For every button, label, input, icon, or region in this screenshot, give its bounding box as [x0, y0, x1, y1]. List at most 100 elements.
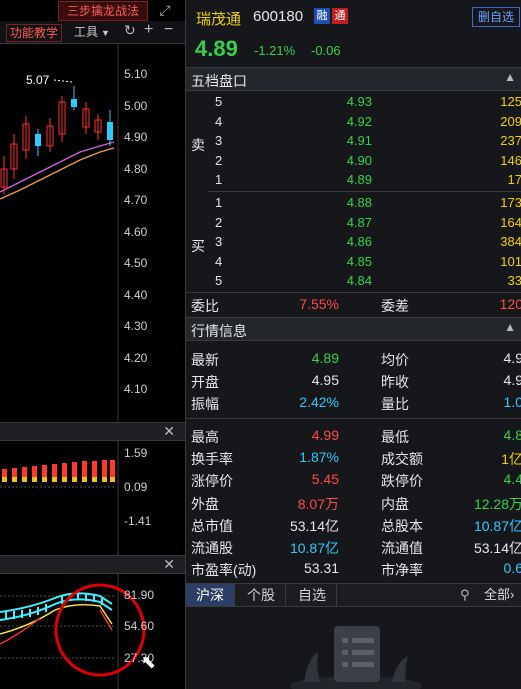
price-tick-label: 4.70: [124, 193, 148, 207]
order-book-title: 五档盘口: [191, 73, 247, 89]
change-value: -0.06: [311, 43, 341, 58]
market-info-row: 市盈率(动) 53.31 市净率 0.6: [186, 558, 521, 578]
market-info-row: 流通股 10.87亿 流通值 53.14亿: [186, 536, 521, 556]
minus-icon[interactable]: −: [164, 21, 173, 39]
info-value: 4.95: [311, 372, 339, 388]
info-value: 4.9: [503, 350, 521, 366]
weibi-label: 委比: [191, 298, 219, 314]
info-value: 53.14亿: [289, 517, 339, 534]
info-label: 振幅: [191, 396, 219, 412]
expand-icon[interactable]: ⤢: [156, 1, 174, 19]
volume-tick-label: 0.09: [124, 480, 148, 494]
weicha-value: 120: [499, 296, 521, 312]
sell-level-row[interactable]: 5 4.93 125: [186, 92, 521, 111]
close-icon[interactable]: ✕: [163, 556, 175, 572]
volume-panel-header: ✕: [0, 422, 185, 441]
plus-icon[interactable]: +: [144, 21, 153, 39]
level-volume: 101: [500, 253, 521, 269]
candles: [0, 86, 113, 194]
level-price: 4.92: [346, 113, 372, 129]
all-dropdown[interactable]: 全部›: [484, 584, 514, 606]
indicator-chart: [0, 574, 146, 689]
level-number: 3: [215, 234, 223, 249]
level-volume: 125: [500, 94, 521, 109]
market-info-row: 涨停价 5.45 跌停价 4.4: [186, 469, 521, 489]
level-price: 4.85: [346, 253, 372, 269]
level-number: 5: [215, 94, 223, 109]
volume-tick-label: -1.41: [124, 514, 152, 528]
level-price: 4.87: [346, 214, 372, 230]
level-volume: 164: [500, 214, 521, 230]
sell-level-row[interactable]: 4 4.92 209: [186, 112, 521, 131]
level-price: 4.90: [346, 152, 372, 168]
info-label: 市净率: [381, 562, 423, 579]
level-price: 4.88: [346, 195, 372, 210]
order-book-header: 五档盘口 ▲: [186, 67, 521, 91]
volume-tick-label: 1.59: [124, 446, 148, 460]
sell-level-row[interactable]: 1 4.89 17: [186, 170, 521, 189]
level-volume: 33: [507, 273, 521, 288]
level-price: 4.91: [346, 133, 372, 148]
info-value: 4.89: [311, 350, 339, 366]
info-label: 内盘: [381, 495, 409, 512]
chart-panel[interactable]: 三步擒龙战法 ⤢ 功能教学 工具 ▼ ↻ + − 5.07 5.10 5.00 4: [0, 0, 185, 689]
close-icon[interactable]: ✕: [163, 423, 175, 439]
level-price: 4.86: [346, 234, 372, 249]
sell-level-row[interactable]: 3 4.91 237: [186, 131, 521, 150]
sell-level-row[interactable]: 2 4.90 146: [186, 151, 521, 170]
info-value: 4.99: [311, 427, 339, 443]
buy-level-row[interactable]: 1 4.88 173: [186, 193, 521, 212]
volume-chart: [0, 441, 119, 555]
chart-toolbar: 功能教学 工具 ▼ ↻ + −: [0, 21, 185, 44]
strategy-button[interactable]: 三步擒龙战法: [58, 1, 148, 21]
refresh-icon[interactable]: ↻: [124, 22, 136, 39]
remove-watchlist-button[interactable]: 删自选: [472, 7, 520, 27]
market-info-title: 行情信息: [191, 323, 247, 339]
price-tick-label: 5.10: [124, 67, 148, 81]
change-pct: -1.21%: [254, 43, 296, 58]
buy-level-row[interactable]: 2 4.87 164: [186, 213, 521, 232]
price-tick-label: 4.50: [124, 256, 148, 270]
weibi-value: 7.55%: [299, 296, 339, 312]
info-value: 4.9: [503, 372, 521, 388]
info-label: 最低: [381, 429, 409, 445]
level-number: 4: [215, 113, 223, 129]
price-tick-label: 4.80: [124, 161, 148, 176]
level-volume: 237: [500, 133, 521, 148]
tab-watchlist[interactable]: 自选: [288, 584, 337, 606]
info-label: 涨停价: [191, 473, 233, 490]
buy-level-row[interactable]: 3 4.86 384: [186, 232, 521, 251]
info-value: 53.31: [303, 560, 339, 577]
price-tick-label: 5.00: [124, 98, 148, 113]
level-volume: 209: [500, 113, 521, 129]
info-label: 跌停价: [381, 473, 423, 490]
info-value: 1.87%: [299, 449, 339, 466]
market-info-header: 行情信息 ▲: [186, 317, 521, 341]
tools-label: 工具: [74, 25, 99, 39]
tutorial-button[interactable]: 功能教学: [6, 24, 63, 42]
tab-stock[interactable]: 个股: [237, 584, 286, 606]
tools-button[interactable]: 工具 ▼: [74, 24, 110, 41]
info-label: 开盘: [191, 374, 219, 390]
level-number: 1: [215, 195, 223, 210]
all-label: 全部: [484, 587, 511, 602]
search-icon[interactable]: ⚲: [460, 587, 470, 603]
stock-name: 瑞茂通: [196, 11, 242, 28]
stock-code: 600180: [253, 8, 304, 25]
candle: [35, 134, 41, 146]
level-number: 2: [215, 152, 223, 168]
info-value: 53.14亿: [473, 540, 521, 556]
price-tick-label: 4.40: [124, 287, 148, 302]
tab-shanghai-shenzhen[interactable]: 沪深: [186, 584, 235, 606]
info-label: 换手率: [191, 451, 233, 468]
buy-level-row[interactable]: 5 4.84 33: [186, 271, 521, 290]
candlestick-chart[interactable]: 5.07: [0, 44, 185, 422]
info-value: 4.4: [503, 471, 521, 488]
level-number: 4: [215, 253, 223, 269]
buy-level-row[interactable]: 4 4.85 101: [186, 252, 521, 271]
level-number: 2: [215, 214, 223, 230]
collapse-icon[interactable]: ▲: [504, 320, 516, 334]
indicator-tick-label: 81.90: [124, 588, 155, 602]
collapse-icon[interactable]: ▲: [504, 70, 516, 84]
market-info-row: 总市值 53.14亿 总股本 10.87亿: [186, 514, 521, 534]
